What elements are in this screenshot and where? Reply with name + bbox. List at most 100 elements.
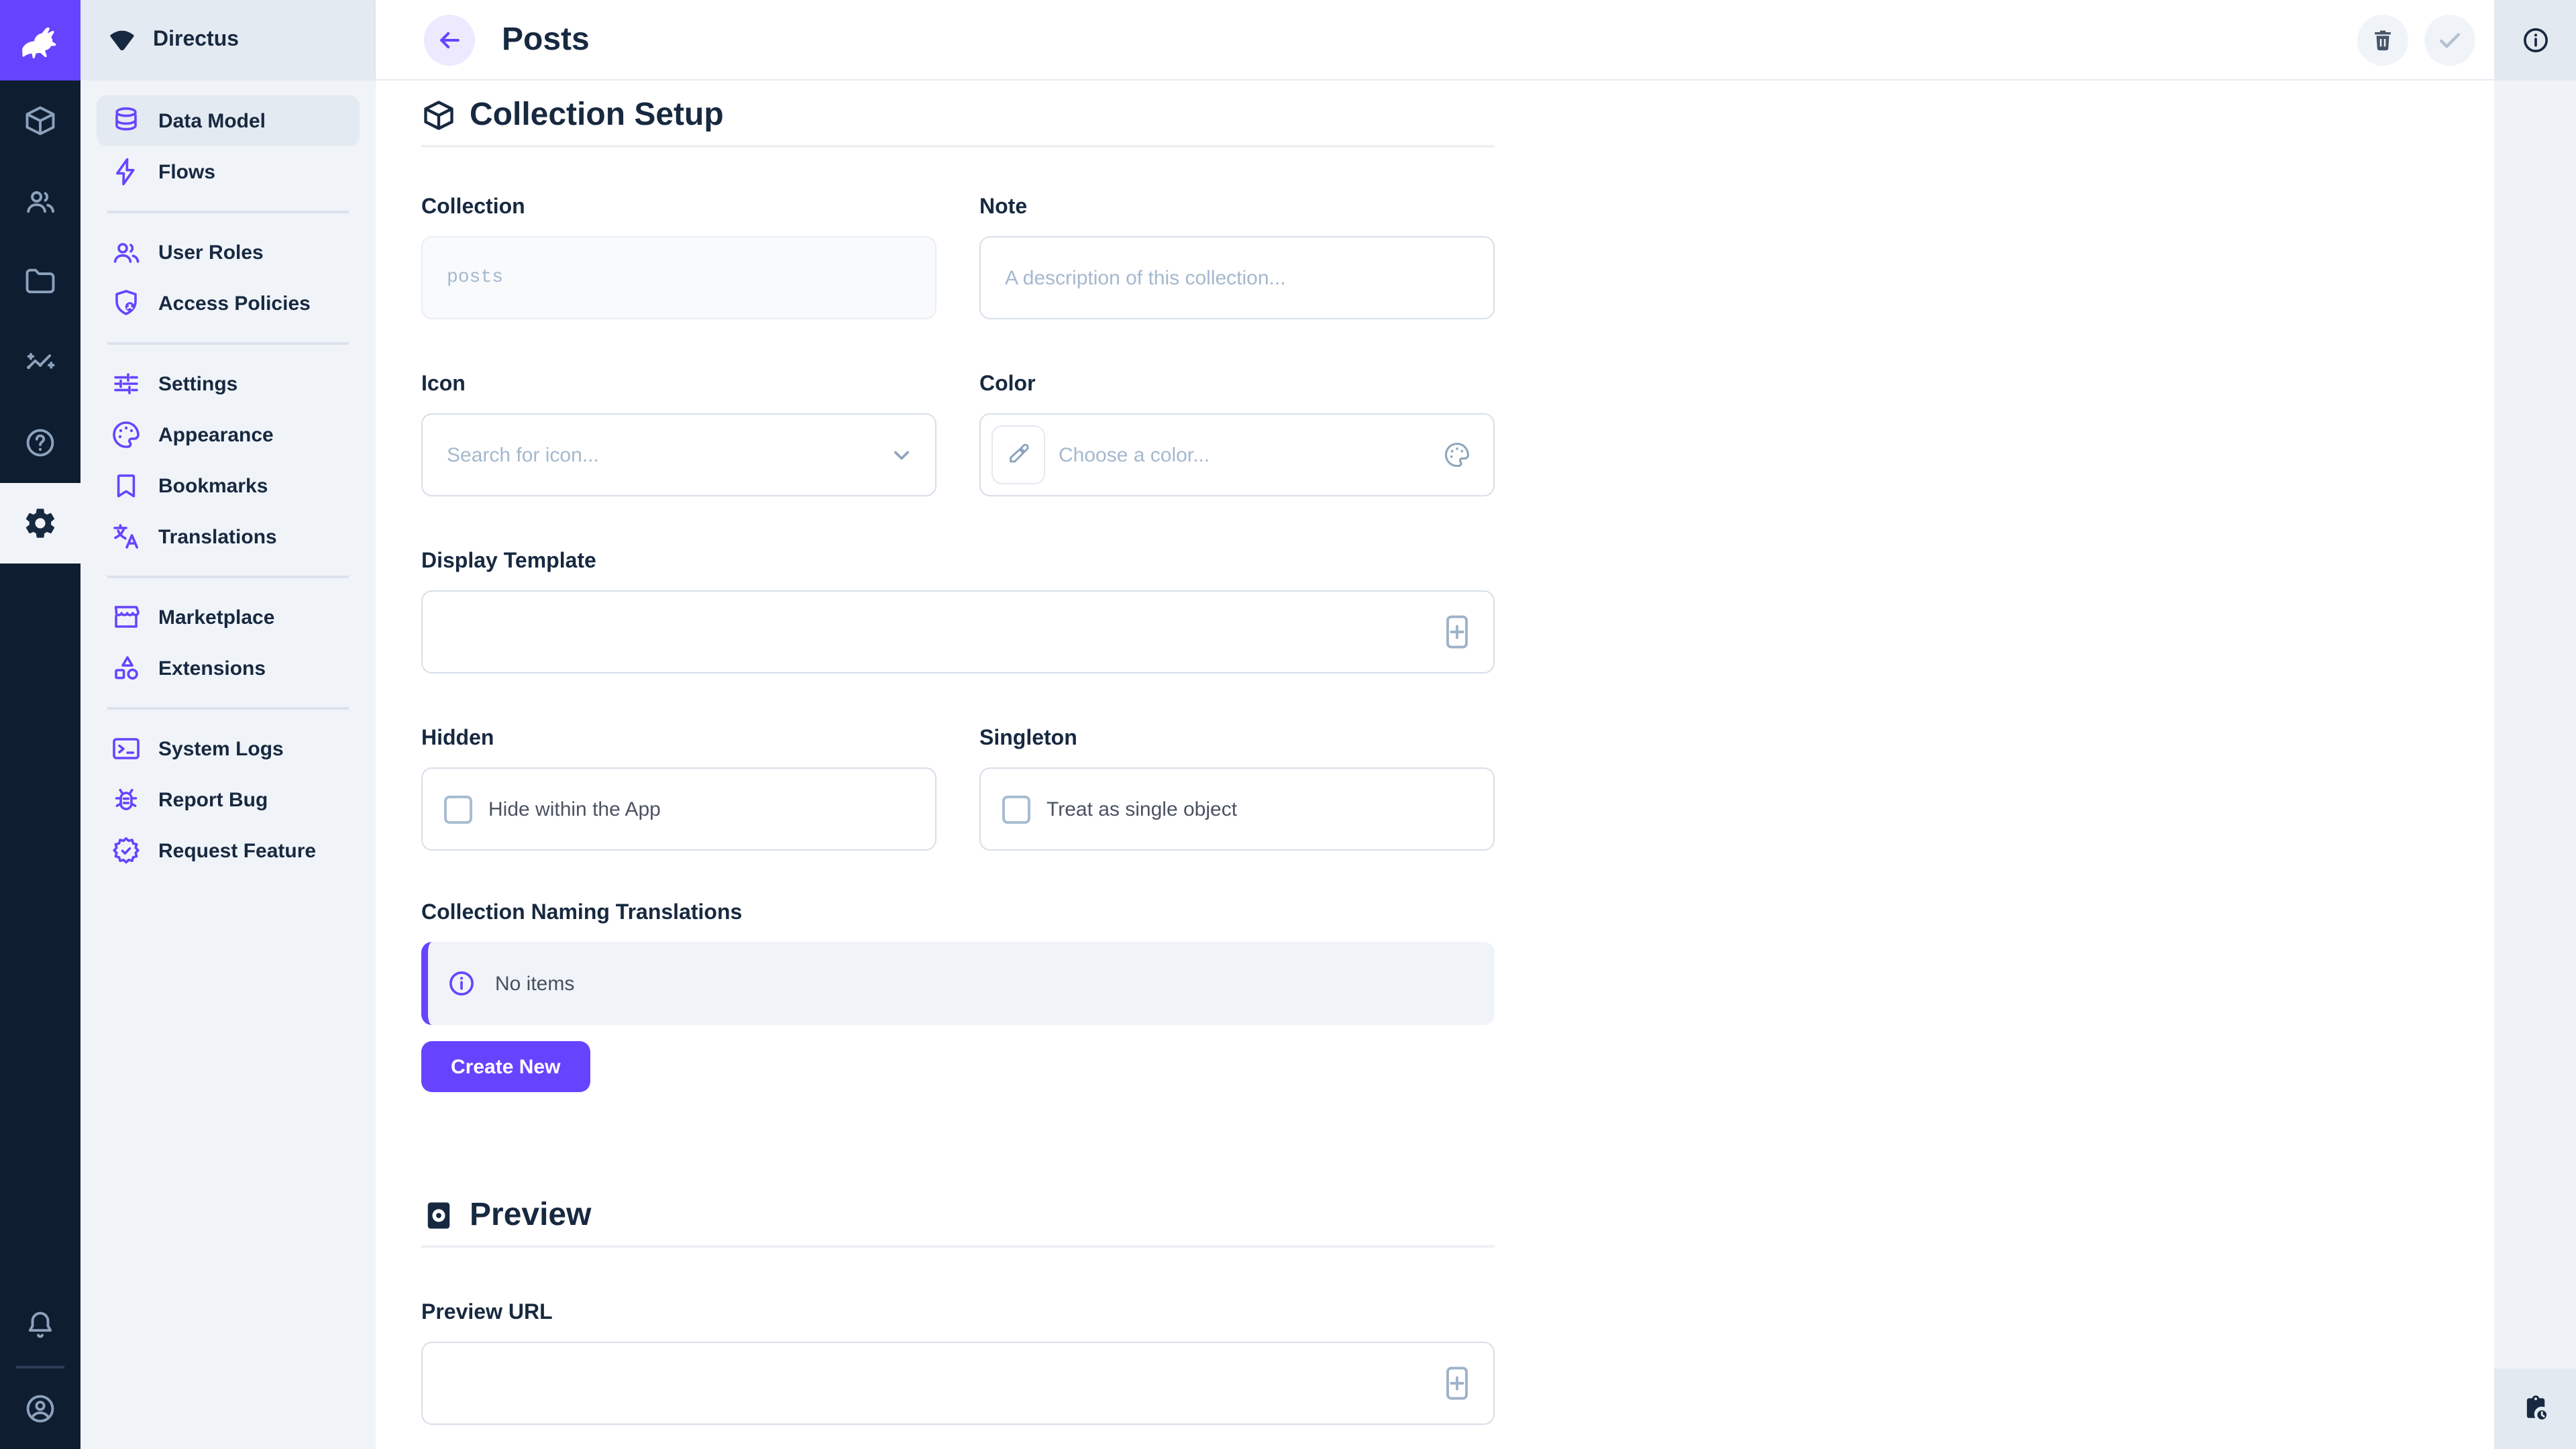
account-circle-icon xyxy=(23,1391,58,1426)
rabbit-icon xyxy=(16,16,64,64)
sidebar-item-label: Extensions xyxy=(158,657,266,680)
nav-divider xyxy=(97,694,360,723)
field-label: Singleton xyxy=(979,727,1495,751)
nav-divider xyxy=(97,562,360,592)
bell-icon xyxy=(23,1308,58,1343)
sidebar-item-data-model[interactable]: Data Model xyxy=(97,95,360,146)
sidebar-item-label: Request Feature xyxy=(158,839,316,862)
sidebar-item-request-feature[interactable]: Request Feature xyxy=(97,825,360,876)
sidebar-item-appearance[interactable]: Appearance xyxy=(97,409,360,460)
sidebar-item-user-roles[interactable]: User Roles xyxy=(97,227,360,278)
sidebar-item-label: Flows xyxy=(158,160,215,183)
nav-list: Data Model Flows User Roles xyxy=(80,80,376,876)
checkbox-label[interactable]: Hide within the App xyxy=(488,798,661,820)
info-icon xyxy=(2520,25,2550,55)
gear-icon xyxy=(23,506,58,541)
tune-icon xyxy=(110,368,142,400)
add-preview-field-button[interactable] xyxy=(1440,1364,1474,1402)
hidden-checkbox[interactable] xyxy=(444,795,472,823)
sidebar-item-label: Access Policies xyxy=(158,292,311,315)
create-new-button[interactable]: Create New xyxy=(421,1041,590,1092)
sidebar-item-label: Data Model xyxy=(158,109,266,132)
folder-icon xyxy=(23,264,58,299)
collection-name-input[interactable] xyxy=(423,237,935,318)
sidebar-item-bookmarks[interactable]: Bookmarks xyxy=(97,460,360,511)
back-button[interactable] xyxy=(424,14,475,65)
collection-detail-content: Collection Setup Collection Note xyxy=(376,80,2494,1449)
field-label: Preview URL xyxy=(421,1301,1495,1326)
terminal-icon xyxy=(110,733,142,765)
notifications-button[interactable] xyxy=(0,1285,80,1366)
icon-select-trigger[interactable] xyxy=(887,440,916,470)
delete-collection-button[interactable] xyxy=(2357,14,2408,65)
help-module-button[interactable] xyxy=(0,402,80,483)
sidebar-item-translations[interactable]: Translations xyxy=(97,511,360,562)
field-color: Color xyxy=(979,373,1495,496)
sidebar-item-access-policies[interactable]: Access Policies xyxy=(97,278,360,329)
add-template-field-button[interactable] xyxy=(1440,613,1474,651)
palette-icon xyxy=(1442,440,1472,470)
files-module-button[interactable] xyxy=(0,241,80,322)
info-icon xyxy=(447,969,476,998)
field-display-template: Display Template xyxy=(421,550,1495,674)
directus-rabbit-logo[interactable] xyxy=(0,0,80,80)
empty-state-text: No items xyxy=(495,972,574,995)
checkbox-label[interactable]: Treat as single object xyxy=(1046,798,1237,820)
project-name: Directus xyxy=(153,28,239,52)
nav-divider xyxy=(97,197,360,227)
sidebar-item-label: Bookmarks xyxy=(158,474,268,497)
note-input[interactable] xyxy=(981,237,1493,318)
sidebar-strip-bottom xyxy=(2494,1368,2576,1449)
settings-module-button[interactable] xyxy=(0,483,80,564)
account-button[interactable] xyxy=(0,1368,80,1449)
display-template-input[interactable] xyxy=(423,592,1493,672)
content-module-button[interactable] xyxy=(0,80,80,161)
revisions-button[interactable] xyxy=(2494,1368,2576,1449)
verified-icon xyxy=(110,835,142,867)
arrow-left-icon xyxy=(435,25,464,54)
settings-nav: Directus Data Model Flows xyxy=(80,0,376,1449)
singleton-checkbox[interactable] xyxy=(1002,795,1030,823)
cube-icon xyxy=(23,103,58,138)
sidebar-strip xyxy=(2494,0,2576,1449)
sidebar-item-flows[interactable]: Flows xyxy=(97,146,360,197)
add-field-icon xyxy=(1440,613,1474,651)
save-button[interactable] xyxy=(2424,14,2475,65)
section-divider xyxy=(421,1245,1495,1248)
field-singleton: Singleton Treat as single object xyxy=(979,727,1495,851)
database-icon xyxy=(110,105,142,137)
sidebar-item-report-bug[interactable]: Report Bug xyxy=(97,774,360,825)
sidebar-item-label: System Logs xyxy=(158,737,284,760)
field-preview-url: Preview URL xyxy=(421,1301,1495,1425)
color-swatch-button[interactable] xyxy=(991,425,1045,484)
icon-search-input[interactable] xyxy=(423,415,935,495)
field-label: Display Template xyxy=(421,550,1495,574)
field-hidden: Hidden Hide within the App xyxy=(421,727,936,851)
fan-shield-icon xyxy=(107,25,137,55)
preview-url-input[interactable] xyxy=(423,1343,1493,1424)
insights-module-button[interactable] xyxy=(0,322,80,402)
directus-app: Directus Data Model Flows xyxy=(0,0,2576,1449)
bug-icon xyxy=(110,784,142,816)
project-header[interactable]: Directus xyxy=(80,0,376,80)
section-divider xyxy=(421,145,1495,148)
field-label: Icon xyxy=(421,373,936,397)
field-label: Hidden xyxy=(421,727,936,751)
color-palette-button[interactable] xyxy=(1442,440,1472,470)
field-label: Collection xyxy=(421,196,936,220)
sidebar-item-label: Marketplace xyxy=(158,606,274,629)
field-icon: Icon xyxy=(421,373,936,496)
sidebar-item-label: User Roles xyxy=(158,241,264,264)
translate-icon xyxy=(110,521,142,553)
info-sidebar-button[interactable] xyxy=(2494,0,2576,80)
palette-icon xyxy=(110,419,142,451)
sidebar-item-system-logs[interactable]: System Logs xyxy=(97,723,360,774)
color-input[interactable] xyxy=(981,415,1493,495)
users-module-button[interactable] xyxy=(0,161,80,241)
clipboard-clock-icon xyxy=(2519,1393,2551,1425)
no-items-notice: No items xyxy=(421,942,1495,1025)
sidebar-item-settings[interactable]: Settings xyxy=(97,358,360,409)
trash-icon xyxy=(2369,26,2396,53)
sidebar-item-extensions[interactable]: Extensions xyxy=(97,643,360,694)
sidebar-item-marketplace[interactable]: Marketplace xyxy=(97,592,360,643)
